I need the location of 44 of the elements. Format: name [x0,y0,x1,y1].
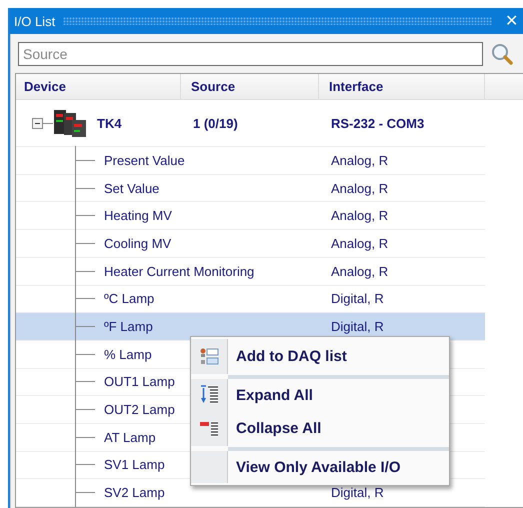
menu-item[interactable]: Expand All [191,379,449,411]
interface-cell: Analog, R [331,236,388,251]
interface-cell-text: RS-232 - COM3 [330,116,426,131]
io-name: SV1 Lamp [104,457,165,472]
io-name: ºC Lamp [104,291,154,306]
tree-row[interactable]: Heater Current Monitoring Analog, R [16,258,485,286]
interface-cell: Analog, R [331,208,388,224]
menu-item[interactable]: Add to DAQ list [191,339,449,379]
io-name: Set Value [104,180,160,196]
expand-all-icon [199,385,219,405]
io-name: AT Lamp [104,430,156,445]
window-title: I/O List [14,14,56,29]
list-add-icon [199,346,219,366]
io-name: OUT2 Lamp [104,402,175,418]
device-name[interactable]: TK4 [97,116,122,131]
interface-cell: Digital, R [331,291,384,306]
column-header[interactable]: Source [181,74,319,100]
close-button[interactable]: ✕ [500,11,523,32]
tree-row[interactable]: Cooling MV Analog, R [16,230,485,258]
io-name: ºF Lamp [104,319,153,334]
tree-row[interactable]: Present Value Analog, R [16,147,485,175]
tree-row[interactable]: Heating MV Analog, R [16,202,485,230]
controller-device-icon [53,108,87,138]
io-name: Heater Current Monitoring [104,264,254,279]
interface-cell: Analog, R [331,152,388,168]
io-name: Heating MV [104,208,172,224]
io-name: Present Value [104,152,185,168]
interface-cell: Analog, R [331,264,388,279]
io-name: Cooling MV [104,236,172,251]
collapse-toggle[interactable] [32,118,43,129]
tree-row[interactable]: ºF Lamp Digital, R [16,313,485,341]
column-header[interactable]: Device [16,74,181,100]
interface-cell: Analog, R [331,180,388,196]
source-cell-text: 1 (0/19) [192,116,239,131]
interface-cell: Digital, R [331,319,384,334]
interface-cell: Digital, R [331,485,384,500]
search-field[interactable]: Source [18,42,483,66]
io-name: OUT1 Lamp [104,374,175,390]
io-name: % Lamp [104,346,152,362]
menu-item[interactable]: Collapse All [191,411,449,451]
column-header[interactable]: Interface [319,74,485,100]
tree-row[interactable]: Set Value Analog, R [16,174,485,202]
io-name: SV2 Lamp [104,485,165,500]
search-icon[interactable] [491,43,513,66]
